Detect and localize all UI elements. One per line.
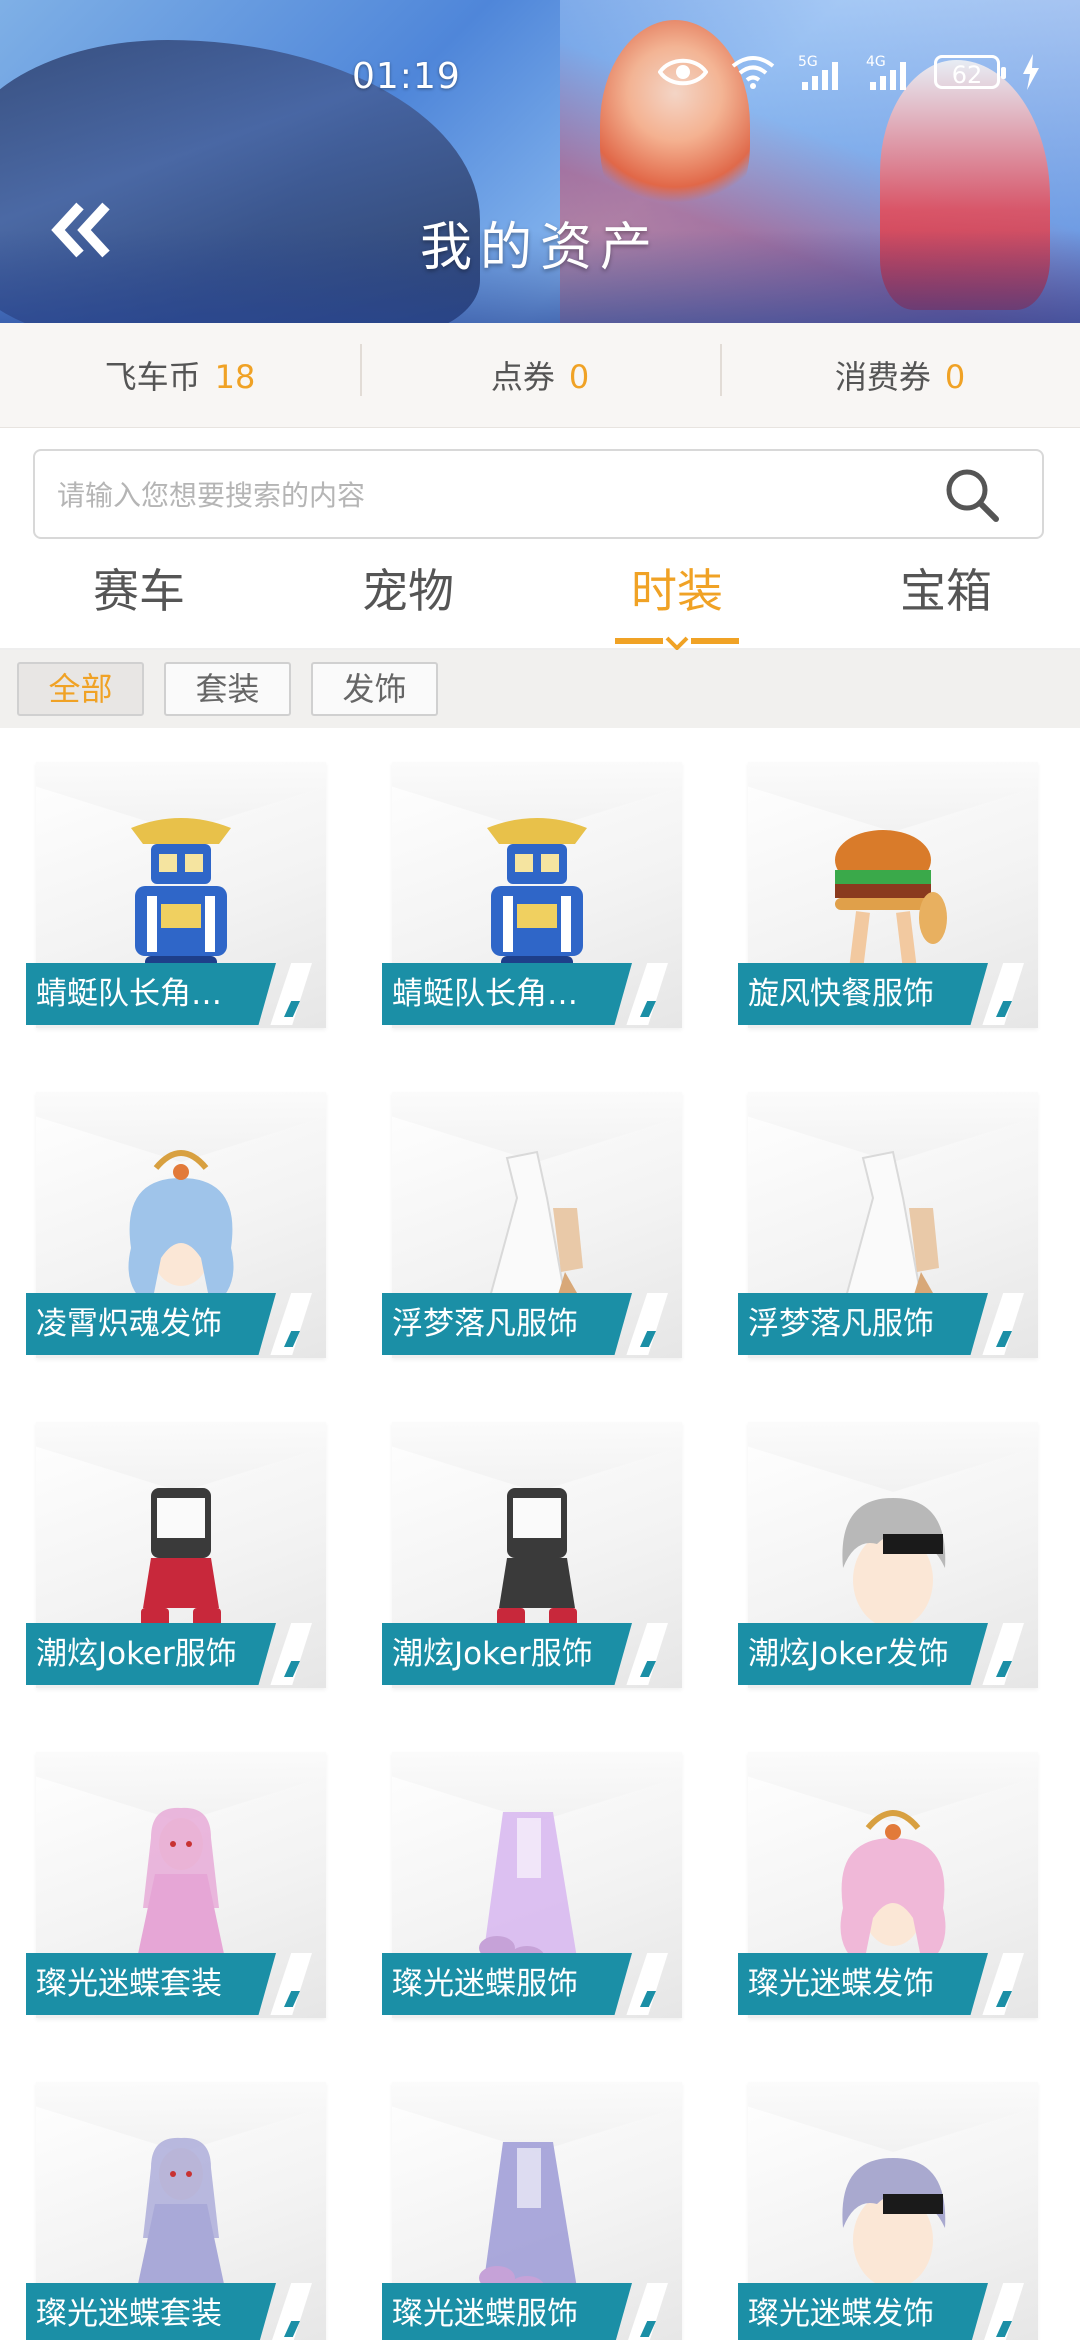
- item-name: 璨光迷蝶套装: [26, 1953, 276, 2015]
- white-dress-icon: [457, 1138, 617, 1318]
- battery-icon: 62: [934, 55, 1006, 89]
- item-name: 璨光迷蝶服饰: [382, 1953, 632, 2015]
- item-name: 蜻蜓队长角色…: [382, 963, 632, 1025]
- item-name: 璨光迷蝶服饰: [382, 2283, 632, 2340]
- wifi-icon: [730, 54, 776, 90]
- item-name: 潮炫Joker发饰: [738, 1623, 988, 1685]
- currency-bar: 飞车币 18 点券 0 消费券 0: [0, 323, 1080, 428]
- filter-all[interactable]: 全部: [17, 662, 144, 716]
- item-grid: 蜻蜓队长角色… 蜻蜓队长角色… 旋风快餐服饰 凌霄炽魂发饰 浮梦落凡服饰 浮梦落…: [0, 728, 1080, 2340]
- currency-value: 0: [568, 358, 590, 396]
- joker-outfit-icon: [101, 1468, 261, 1648]
- currency-flying-coin: 飞车币 18: [0, 352, 360, 398]
- item-name: 潮炫Joker服饰: [382, 1623, 632, 1685]
- joker-outfit-icon: [457, 1468, 617, 1648]
- signal-4g-text: 4G: [866, 54, 886, 70]
- signal-4g-icon: 4G: [866, 52, 912, 92]
- signal-5g-text: 5G: [798, 54, 818, 70]
- item-card[interactable]: 潮炫Joker服饰: [382, 1388, 682, 1688]
- item-card[interactable]: 浮梦落凡服饰: [738, 1058, 1038, 1358]
- status-time: 01:19: [352, 56, 461, 97]
- lilac-suit-icon: [101, 2128, 261, 2308]
- status-icons: 5G 4G 62: [658, 52, 1040, 92]
- item-card[interactable]: 潮炫Joker服饰: [26, 1388, 326, 1688]
- item-name: 潮炫Joker服饰: [26, 1623, 276, 1685]
- robot-character-icon: [457, 808, 617, 988]
- item-name: 凌霄炽魂发饰: [26, 1293, 276, 1355]
- tab-treasure-box[interactable]: 宝箱: [846, 548, 1046, 644]
- active-tab-indicator: [615, 636, 739, 650]
- currency-points: 点券 0: [360, 344, 720, 398]
- item-card[interactable]: 璨光迷蝶发饰: [738, 1718, 1038, 2018]
- pink-suit-icon: [101, 1798, 261, 1978]
- item-card[interactable]: 璨光迷蝶服饰: [382, 1718, 682, 2018]
- white-dress-icon: [813, 1138, 973, 1318]
- item-name: 旋风快餐服饰: [738, 963, 988, 1025]
- item-name: 蜻蜓队长角色…: [26, 963, 276, 1025]
- item-card[interactable]: 浮梦落凡服饰: [382, 1058, 682, 1358]
- charging-icon: [1022, 54, 1040, 90]
- search-icon[interactable]: [942, 465, 1002, 525]
- header-banner: 01:19 5G 4G 62 我的资产: [0, 0, 1080, 323]
- robot-character-icon: [101, 808, 261, 988]
- item-card[interactable]: 璨光迷蝶套装: [26, 2048, 326, 2340]
- lilac-hair-icon: [813, 2128, 973, 2308]
- item-card[interactable]: 潮炫Joker发饰: [738, 1388, 1038, 1688]
- item-card[interactable]: 璨光迷蝶服饰: [382, 2048, 682, 2340]
- currency-value: 18: [214, 358, 256, 396]
- page-title: 我的资产: [419, 218, 660, 278]
- pink-hair-icon: [813, 1798, 973, 1978]
- search-input[interactable]: [55, 451, 939, 539]
- item-name: 璨光迷蝶发饰: [738, 2283, 988, 2340]
- lilac-outfit-icon: [457, 2128, 617, 2308]
- item-card[interactable]: 凌霄炽魂发饰: [26, 1058, 326, 1358]
- item-card[interactable]: 璨光迷蝶发饰: [738, 2048, 1038, 2340]
- search-box: [33, 449, 1044, 539]
- filter-suit[interactable]: 套装: [164, 662, 291, 716]
- category-tabs: 赛车 宠物 时装 宝箱: [0, 548, 1080, 650]
- item-name: 浮梦落凡服饰: [382, 1293, 632, 1355]
- item-name: 璨光迷蝶发饰: [738, 1953, 988, 2015]
- tab-fashion[interactable]: 时装: [577, 548, 777, 644]
- silver-hair-icon: [813, 1468, 973, 1648]
- item-name: 浮梦落凡服饰: [738, 1293, 988, 1355]
- tab-pet[interactable]: 宠物: [308, 548, 508, 644]
- pink-dress-icon: [457, 1798, 617, 1978]
- filter-hair-accessory[interactable]: 发饰: [311, 662, 438, 716]
- currency-value: 0: [944, 358, 966, 396]
- item-name: 璨光迷蝶套装: [26, 2283, 276, 2340]
- currency-coupon: 消费券 0: [720, 344, 1080, 398]
- currency-label: 飞车币: [104, 358, 201, 396]
- eye-icon: [658, 55, 708, 89]
- item-card[interactable]: 蜻蜓队长角色…: [26, 728, 326, 1028]
- hair-accessory-icon: [101, 1138, 261, 1318]
- tab-racecar[interactable]: 赛车: [39, 548, 239, 644]
- burger-outfit-icon: [813, 808, 973, 988]
- currency-label: 点券: [490, 358, 555, 396]
- item-card[interactable]: 璨光迷蝶套装: [26, 1718, 326, 2018]
- currency-label: 消费券: [834, 358, 931, 396]
- item-card[interactable]: 蜻蜓队长角色…: [382, 728, 682, 1028]
- signal-5g-icon: 5G: [798, 52, 844, 92]
- filter-row: 全部 套装 发饰: [0, 650, 1080, 728]
- item-card[interactable]: 旋风快餐服饰: [738, 728, 1038, 1028]
